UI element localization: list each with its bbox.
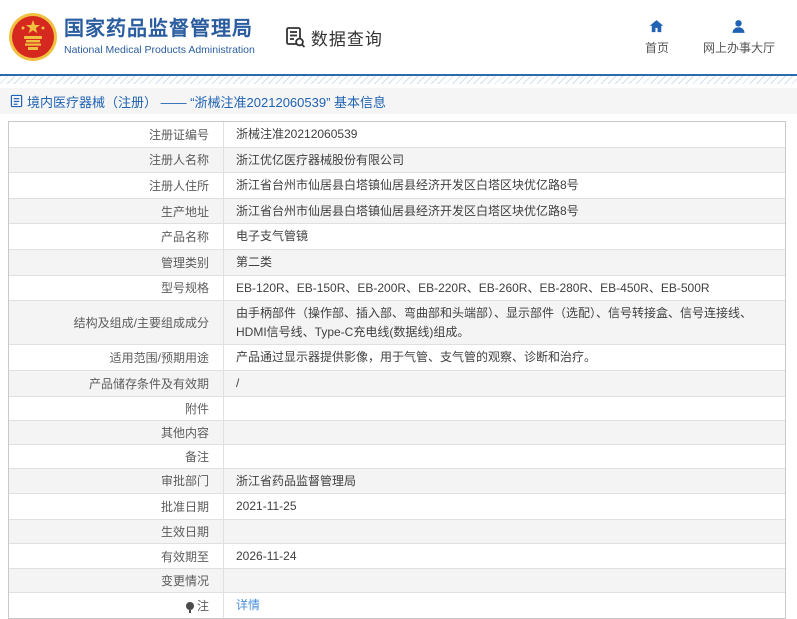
- row-value: 浙械注准20212060539: [236, 127, 358, 141]
- row-value: 产品通过显示器提供影像，用于气管、支气管的观察、诊断和治疗。: [236, 350, 597, 365]
- row-label: 审批部门: [9, 468, 224, 494]
- row-value: 详情: [224, 593, 785, 618]
- nav-item-home[interactable]: 首页: [645, 18, 669, 56]
- table-row: 其他内容: [9, 419, 785, 444]
- table-row: 结构及组成/主要组成成分 由手柄部件（操作部、插入部、弯曲部和头端部）、显示部件（…: [9, 300, 785, 345]
- table-row: 备注: [9, 443, 785, 468]
- row-label: 产品储存条件及有效期: [9, 370, 224, 396]
- row-value: 浙江省台州市仙居县白塔镇仙居县经济开发区白塔区块优亿路8号: [236, 203, 579, 218]
- table-row: 产品名称 电子支气管镜: [9, 223, 785, 249]
- row-label: 型号规格: [9, 275, 224, 301]
- table-row: 管理类别 第二类: [9, 248, 785, 275]
- row-label: 附件: [9, 396, 224, 420]
- table-row: 变更情况: [9, 568, 785, 593]
- table-row: 生产地址 浙江省台州市仙居县白塔镇仙居县经济开发区白塔区块优亿路8号: [9, 197, 785, 224]
- row-label: 产品名称: [9, 224, 224, 249]
- row-label: 管理类别: [9, 249, 224, 275]
- row-value: 电子支气管镜: [236, 229, 309, 244]
- row-label: 注: [9, 593, 224, 618]
- row-value: [224, 405, 785, 411]
- org-title-en: National Medical Products Administration: [64, 44, 255, 56]
- table-row: 注册证编号 浙械注准20212060539: [9, 122, 785, 147]
- page-header: 国家药品监督管理局 National Medical Products Admi…: [0, 0, 797, 74]
- user-icon: [732, 20, 746, 33]
- row-value: 2021-11-25: [236, 499, 297, 514]
- table-row: 注册人名称 浙江优亿医疗器械股份有限公司: [9, 146, 785, 173]
- table-row: 型号规格 EB-120R、EB-150R、EB-200R、EB-220R、EB-2…: [9, 274, 785, 301]
- row-value: EB-120R、EB-150R、EB-200R、EB-220R、EB-260R、…: [236, 280, 710, 295]
- row-label: 注册人名称: [9, 147, 224, 173]
- data-query-section: 数据查询: [283, 25, 383, 50]
- row-value: /: [236, 375, 240, 390]
- row-value: [224, 528, 785, 534]
- detail-table: 注册证编号 浙械注准20212060539 注册人名称 浙江优亿医疗器械股份有限公司注…: [8, 121, 786, 619]
- table-row: 附件: [9, 395, 785, 420]
- row-value: 2026-11-24: [236, 548, 297, 563]
- breadcrumb-text: 境内医疗器械（注册） —— “浙械注准20212060539” 基本信息: [27, 94, 387, 110]
- document-icon: [10, 94, 23, 108]
- row-value: [224, 453, 785, 459]
- document-search-icon: [285, 27, 305, 48]
- row-label: 注册人住所: [9, 173, 224, 198]
- national-emblem-icon: [9, 13, 57, 61]
- breadcrumb: 境内医疗器械（注册） —— “浙械注准20212060539” 基本信息: [0, 88, 797, 114]
- section-title: 数据查询: [310, 29, 383, 49]
- row-label: 注册证编号: [9, 122, 224, 147]
- row-value: [224, 429, 785, 435]
- row-label: 备注: [9, 444, 224, 468]
- bulb-icon: [185, 601, 194, 613]
- row-label: 适用范围/预期用途: [9, 345, 224, 370]
- nav-item-label: 首页: [644, 41, 669, 55]
- row-label: 生产地址: [9, 198, 224, 224]
- table-row: 适用范围/预期用途 产品通过显示器提供影像，用于气管、支气管的观察、诊断和治疗。: [9, 344, 785, 370]
- nav-item-service-hall[interactable]: 网上办事大厅: [703, 18, 775, 56]
- row-value: 浙江省药品监督管理局: [236, 473, 357, 488]
- row-label: 结构及组成/主要组成成分: [9, 301, 224, 345]
- row-label: 生效日期: [9, 519, 224, 543]
- row-value: 第二类: [236, 254, 273, 269]
- home-icon: [650, 20, 664, 33]
- detail-link[interactable]: 详情: [236, 598, 260, 612]
- brand: 国家药品监督管理局 National Medical Products Admi…: [8, 12, 255, 62]
- table-row: 生效日期: [9, 518, 785, 543]
- row-label: 其他内容: [9, 420, 224, 444]
- table-row: 有效期至 2026-11-24: [9, 542, 785, 569]
- table-row: 审批部门 浙江省药品监督管理局: [9, 467, 785, 494]
- row-value: 由手柄部件（操作部、插入部、弯曲部和头端部）、显示部件（选配）、信号转接盒、信号…: [236, 306, 753, 339]
- table-row: 批准日期 2021-11-25: [9, 493, 785, 519]
- row-label: 批准日期: [9, 494, 224, 519]
- row-label: 有效期至: [9, 543, 224, 569]
- brand-text: 国家药品监督管理局 National Medical Products Admi…: [64, 18, 255, 56]
- table-row: 注册人住所 浙江省台州市仙居县白塔镇仙居县经济开发区白塔区块优亿路8号: [9, 172, 785, 198]
- row-value: 浙江省台州市仙居县白塔镇仙居县经济开发区白塔区块优亿路8号: [236, 178, 579, 193]
- nav-item-label: 网上办事大厅: [702, 41, 775, 55]
- table-row: 注详情: [9, 592, 785, 618]
- table-row: 产品储存条件及有效期 /: [9, 369, 785, 396]
- org-title-zh: 国家药品监督管理局: [64, 18, 253, 40]
- header-nav: 首页 网上办事大厅: [645, 18, 775, 56]
- header-divider-hatch: [0, 76, 797, 84]
- row-value: 浙江优亿医疗器械股份有限公司: [236, 152, 405, 167]
